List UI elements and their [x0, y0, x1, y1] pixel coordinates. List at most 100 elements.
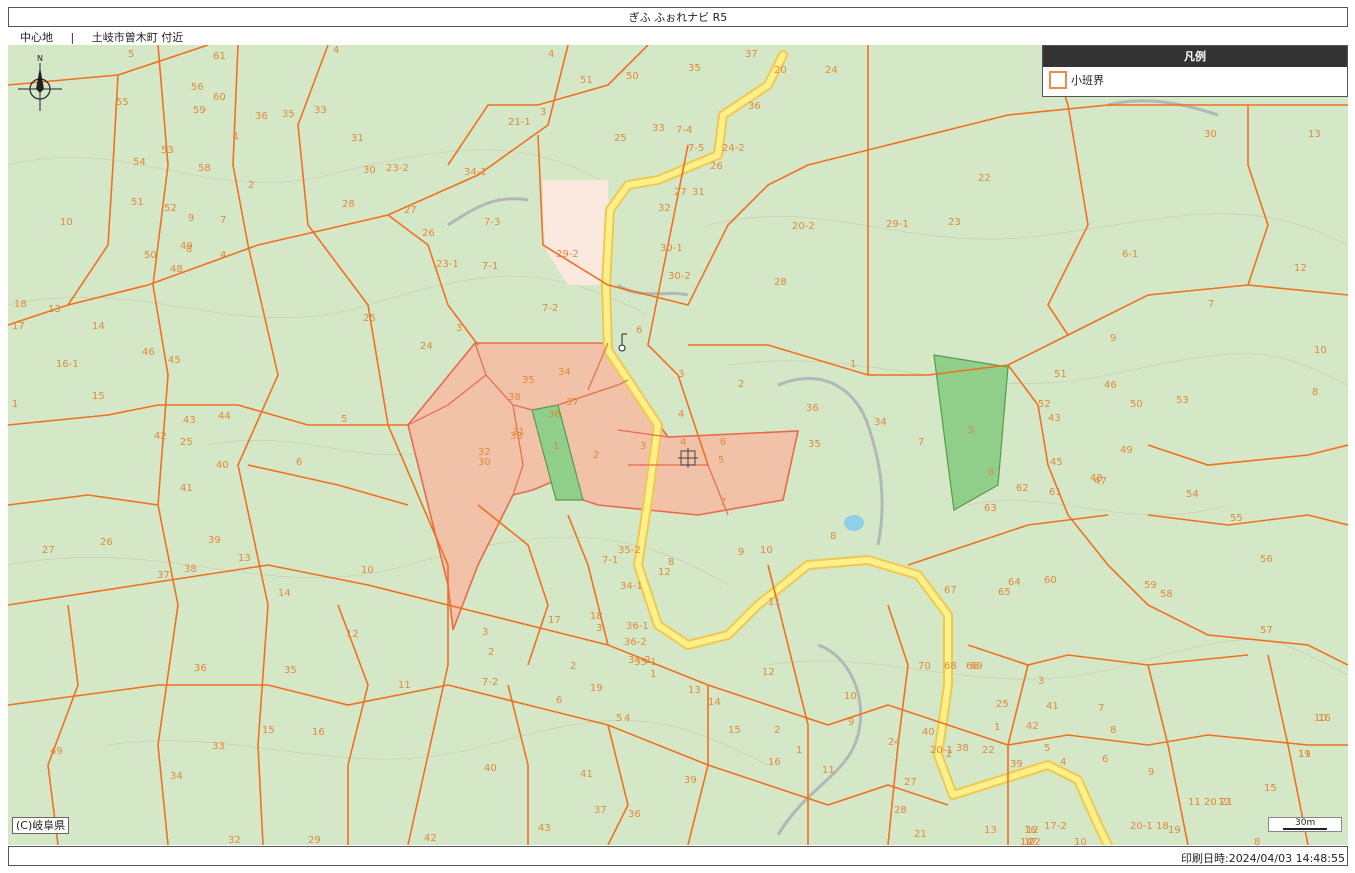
parcel-number-label: 34-1	[620, 581, 643, 592]
print-datetime: 印刷日時:2024/04/03 14:48:55	[8, 846, 1348, 866]
parcel-number-label: 12	[658, 567, 671, 578]
parcel-number-label: 32	[228, 835, 241, 845]
parcel-number-label: 3	[678, 369, 684, 380]
scale-label: 30m	[1295, 818, 1316, 828]
parcel-number-label: 14	[708, 697, 721, 708]
parcel-number-label: 1	[850, 359, 856, 370]
parcel-number-label: 38	[508, 392, 521, 403]
parcel-number-label: 68	[944, 661, 957, 672]
parcel-number-label: 32	[658, 203, 671, 214]
legend-heading: 凡例	[1043, 46, 1347, 67]
parcel-number-label: 30-2	[668, 271, 691, 282]
parcel-number-label: 22	[978, 173, 991, 184]
parcel-number-label: 31	[692, 187, 705, 198]
parcel-number-label: 10	[760, 545, 773, 556]
legend-item: 小班界	[1043, 67, 1347, 93]
parcel-number-label: 36	[628, 809, 641, 820]
parcel-number-label: 6	[1102, 754, 1108, 765]
parcel-number-label: 4	[678, 409, 684, 420]
parcel-number-label: 35	[808, 439, 821, 450]
parcel-number-label: 33	[212, 741, 225, 752]
parcel-number-label: 36-2	[624, 637, 647, 648]
parcel-number-label: 4	[220, 250, 226, 261]
parcel-number-label: 46	[142, 347, 155, 358]
parcel-number-label: 7	[1098, 703, 1104, 714]
parcel-number-label: 3	[456, 323, 462, 334]
parcel-number-label: 11	[822, 765, 835, 776]
map-canvas[interactable]: N 5 4615556605936 35 33315358154251529 71050…	[8, 45, 1348, 845]
parcel-number-label: 20-2	[792, 221, 815, 232]
parcel-number-label: 39	[208, 535, 221, 546]
parcel-number-label: 18	[1156, 821, 1169, 832]
parcel-number-label: 6	[556, 695, 562, 706]
parcel-number-label: 36	[806, 403, 819, 414]
parcel-number-label: 32	[478, 447, 491, 458]
parcel-number-label: 26	[100, 537, 113, 548]
parcel-number-label: 37	[745, 49, 758, 60]
parcel-number-label: 19	[590, 683, 603, 694]
parcel-number-label: 60	[1044, 575, 1057, 586]
parcel-number-label: 13	[984, 825, 997, 836]
parcel-number-label: 3	[540, 107, 546, 118]
parcel-number-label: 26	[710, 161, 723, 172]
parcel-number-label: 48	[170, 264, 183, 275]
parcel-number-label: 8	[1110, 725, 1116, 736]
parcel-number-label: 13	[48, 304, 61, 315]
parcel-number-label: 6	[720, 437, 726, 448]
parcel-number-label: 52	[164, 203, 177, 214]
parcel-number-label: 13	[1308, 129, 1321, 140]
parcel-number-label: 7	[1208, 299, 1214, 310]
parcel-number-label: 58	[198, 163, 211, 174]
parcel-number-label: 5	[718, 455, 724, 466]
copyright-credit: (C)岐阜県	[12, 817, 70, 834]
parcel-number-label: 39	[684, 775, 697, 786]
parcel-number-label: 37	[594, 805, 607, 816]
parcel-number-label: 4	[333, 45, 339, 56]
parcel-number-label: 22	[1028, 837, 1041, 845]
parcel-number-label: 5	[128, 49, 134, 60]
parcel-number-label: 23	[948, 217, 961, 228]
parcel-number-label: 6-1	[1122, 249, 1138, 260]
parcel-number-label: 7-1	[482, 261, 498, 272]
center-separator: |	[70, 31, 75, 44]
parcel-number-label: 1	[553, 441, 559, 452]
parcel-number-label: 33	[652, 123, 665, 134]
parcel-number-label: 21-1	[508, 117, 531, 128]
parcel-number-label: 12	[762, 667, 775, 678]
parcel-number-label: 23-2	[386, 163, 409, 174]
forest-map[interactable]: N 5 4 61 55 56 60 59 36 35 33 31 53 58 1 54 2 51 52 9 7 10 50…	[8, 45, 1348, 845]
parcel-number-label: 25	[996, 699, 1009, 710]
parcel-number-label: 25	[614, 133, 627, 144]
parcel-number-label: 31	[351, 133, 364, 144]
parcel-number-label: 2	[774, 725, 780, 736]
parcel-number-label: 42	[154, 431, 167, 442]
parcel-number-label: 35	[522, 375, 535, 386]
parcel-number-label: 36	[194, 663, 207, 674]
parcel-number-label: 21	[914, 829, 927, 840]
parcel-number-label: 51	[1054, 369, 1067, 380]
parcel-number-label: 36	[548, 409, 561, 420]
parcel-number-label: 9	[1110, 333, 1116, 344]
parcel-number-label: 48	[1090, 473, 1103, 484]
parcel-number-label: 5	[1044, 743, 1050, 754]
parcel-number-label: 30	[478, 457, 491, 468]
parcel-number-label: 45	[168, 355, 181, 366]
parcel-number-label: 2	[488, 647, 494, 658]
parcel-number-label: 4	[548, 49, 554, 60]
parcel-number-label: 6	[636, 325, 642, 336]
parcel-number-label: 9	[738, 547, 744, 558]
center-location-bar: 中心地 | 土岐市曽木町 付近	[8, 27, 1348, 46]
parcel-number-label: 27	[904, 777, 917, 788]
parcel-number-label: 20	[1204, 797, 1217, 808]
legend-item-label: 小班界	[1071, 74, 1104, 87]
parcel-number-label: 35	[284, 665, 297, 676]
parcel-number-label: 29-2	[556, 249, 579, 260]
parcel-number-label: 3	[640, 441, 646, 452]
parcel-number-label: 11	[768, 597, 781, 608]
parcel-number-label: 58	[1160, 589, 1173, 600]
parcel-number-label: 42	[424, 833, 437, 844]
center-marker-icon	[678, 448, 698, 468]
parcel-number-label: 27	[674, 187, 687, 198]
parcel-number-label: 12	[346, 629, 359, 640]
parcel-number-label: 34-1	[464, 167, 487, 178]
